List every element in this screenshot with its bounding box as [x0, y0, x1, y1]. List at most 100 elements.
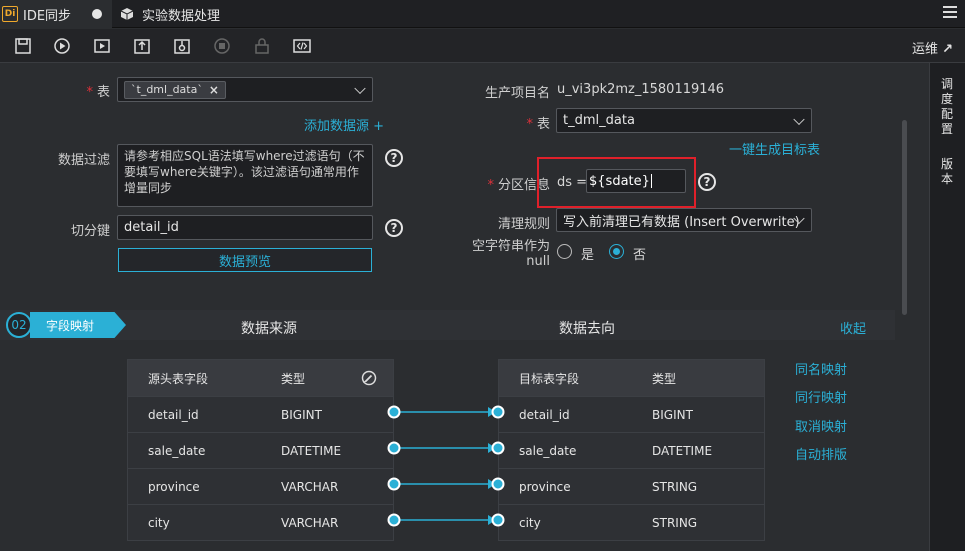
- column-header: 类型: [281, 371, 306, 386]
- table-row: city STRING: [499, 504, 764, 540]
- table-header: 源头表字段 类型: [128, 360, 393, 396]
- edit-icon[interactable]: [361, 370, 377, 386]
- collapse-link[interactable]: 收起: [840, 318, 866, 337]
- field-name: sale_date: [519, 443, 577, 458]
- filter-label: 数据过滤: [57, 153, 110, 168]
- target-field-table: 目标表字段 类型 detail_id BIGINT sale_date DATETI…: [498, 359, 765, 541]
- highlight-box: [537, 157, 696, 208]
- same-row-mapping-link[interactable]: 同行映射: [795, 387, 847, 406]
- source-table-select[interactable]: `t_dml_data` ×: [117, 77, 373, 102]
- field-name: city: [148, 515, 170, 530]
- null-no-radio[interactable]: [609, 244, 624, 259]
- field-name: city: [519, 515, 541, 530]
- arrow-up-right-icon: ↗: [942, 42, 953, 57]
- table-header: 目标表字段 类型: [499, 360, 764, 396]
- generate-target-table-link[interactable]: 一键生成目标表: [729, 139, 820, 158]
- help-icon[interactable]: ?: [698, 173, 716, 191]
- field-type: STRING: [652, 479, 698, 494]
- table-tag: `t_dml_data` ×: [124, 80, 226, 99]
- column-header: 类型: [652, 371, 677, 386]
- help-icon[interactable]: ?: [385, 219, 403, 237]
- table-row: sale_date DATETIME: [499, 432, 764, 468]
- add-source-link[interactable]: 添加数据源 +: [304, 115, 384, 134]
- auto-layout-link[interactable]: 自动排版: [795, 444, 847, 463]
- mapping-connector[interactable]: [386, 477, 506, 491]
- field-type: VARCHAR: [281, 479, 339, 494]
- tab-label: IDE同步: [23, 8, 72, 24]
- target-table-select[interactable]: t_dml_data: [556, 108, 812, 133]
- null-yes-label: 是: [581, 248, 595, 263]
- field-type: DATETIME: [652, 443, 713, 458]
- field-type: VARCHAR: [281, 515, 339, 530]
- source-table-label: * 表: [86, 85, 110, 100]
- lock-icon: [252, 36, 272, 56]
- table-row: detail_id BIGINT: [499, 396, 764, 432]
- target-table-label: * 表: [526, 117, 550, 132]
- menu-icon[interactable]: [943, 6, 957, 20]
- table-row: sale_date DATETIME: [128, 432, 393, 468]
- script-mode-icon[interactable]: [292, 36, 312, 56]
- table-row: detail_id BIGINT: [128, 396, 393, 432]
- split-key-input[interactable]: detail_id: [117, 215, 373, 240]
- field-name: province: [519, 479, 571, 494]
- step-number: 02: [6, 312, 32, 338]
- scrollbar[interactable]: [902, 120, 907, 315]
- field-name: detail_id: [148, 407, 199, 422]
- deploy-icon[interactable]: [172, 36, 192, 56]
- toolbar: 运维 ↗: [0, 29, 965, 63]
- null-no-label: 否: [633, 248, 647, 263]
- column-header: 目标表字段: [519, 371, 580, 386]
- field-name: sale_date: [148, 443, 206, 458]
- field-mapping-header: [0, 310, 895, 340]
- null-yes-radio[interactable]: [557, 244, 572, 259]
- project-label: 生产项目名: [484, 86, 550, 101]
- di-logo-icon: Di: [2, 6, 18, 22]
- filter-textarea[interactable]: 请参考相应SQL语法填写where过滤语句（不要填写where关键字）。该过滤语…: [117, 144, 373, 207]
- field-type: BIGINT: [281, 407, 322, 422]
- tab-label: 实验数据处理: [142, 8, 221, 24]
- project-value: u_vi3pk2mz_1580119146: [557, 82, 725, 97]
- right-rail: 调度配置 版本: [929, 63, 965, 551]
- field-type: DATETIME: [281, 443, 342, 458]
- chevron-down-icon: [793, 113, 805, 125]
- field-name: detail_id: [519, 407, 570, 422]
- null-label: 空字符串作为null: [471, 239, 550, 269]
- submit-icon[interactable]: [132, 36, 152, 56]
- ops-link[interactable]: 运维 ↗: [912, 38, 953, 57]
- help-icon[interactable]: ?: [385, 149, 403, 167]
- target-section-title: 数据去向: [559, 321, 615, 337]
- stop-icon: [212, 36, 232, 56]
- table-row: province VARCHAR: [128, 468, 393, 504]
- mapping-connector[interactable]: [386, 513, 506, 527]
- table-row: province STRING: [499, 468, 764, 504]
- data-preview-button[interactable]: 数据预览: [118, 248, 372, 272]
- tab-experiment-data[interactable]: 实验数据处理: [114, 0, 254, 28]
- chevron-down-icon: [354, 82, 366, 94]
- unsaved-dot-icon[interactable]: [92, 9, 102, 19]
- same-name-mapping-link[interactable]: 同名映射: [795, 359, 847, 378]
- tab-ide-sync[interactable]: Di IDE同步: [0, 0, 112, 28]
- clean-rule-label: 清理规则: [497, 217, 550, 232]
- mapping-connector[interactable]: [386, 441, 506, 455]
- field-type: STRING: [652, 515, 698, 530]
- cube-icon: [120, 8, 134, 20]
- clean-rule-select[interactable]: 写入前清理已有数据 (Insert Overwrite): [556, 208, 812, 232]
- field-type: BIGINT: [652, 407, 693, 422]
- tab-bar: Di IDE同步 实验数据处理: [0, 0, 965, 28]
- run-icon[interactable]: [52, 36, 72, 56]
- cancel-mapping-link[interactable]: 取消映射: [795, 416, 847, 435]
- save-icon[interactable]: [13, 36, 33, 56]
- rail-version[interactable]: 版本: [941, 157, 955, 187]
- rail-schedule-config[interactable]: 调度配置: [941, 77, 955, 137]
- close-icon[interactable]: ×: [209, 83, 219, 97]
- column-header: 源头表字段: [148, 371, 209, 386]
- step-title: 字段映射: [30, 312, 126, 338]
- field-name: province: [148, 479, 200, 494]
- step-indicator: 02 字段映射: [6, 310, 126, 340]
- source-field-table: 源头表字段 类型 detail_id BIGINT sale_date DATETI…: [127, 359, 394, 541]
- mapping-connector[interactable]: [386, 405, 506, 419]
- table-row: city VARCHAR: [128, 504, 393, 540]
- source-section-title: 数据来源: [241, 321, 297, 337]
- run-params-icon[interactable]: [92, 36, 112, 56]
- split-key-label: 切分键: [70, 224, 110, 239]
